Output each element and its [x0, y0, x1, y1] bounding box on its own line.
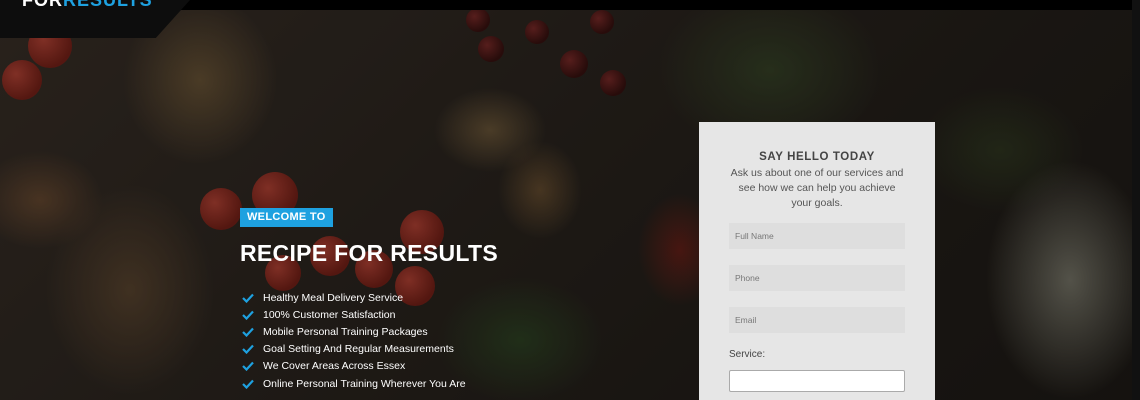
- check-icon: [242, 310, 254, 320]
- check-icon: [242, 293, 254, 303]
- benefit-item: Mobile Personal Training Packages: [242, 323, 466, 340]
- check-icon: [242, 344, 254, 355]
- benefit-label: Online Personal Training Wherever You Ar…: [263, 377, 466, 390]
- benefit-label: Goal Setting And Regular Measurements: [263, 343, 454, 356]
- hero-overlay: [0, 0, 1140, 400]
- form-title: SAY HELLO TODAY: [759, 151, 875, 163]
- contact-form: SAY HELLO TODAY Ask us about one of our …: [699, 122, 935, 400]
- benefit-item: Healthy Meal Delivery Service: [242, 289, 466, 306]
- check-icon: [242, 362, 254, 372]
- benefit-label: 100% Customer Satisfaction: [263, 308, 396, 321]
- benefits-list: Healthy Meal Delivery Service 100% Custo…: [242, 289, 466, 392]
- full-name-input[interactable]: [729, 223, 905, 249]
- check-icon: [242, 379, 254, 389]
- logo-text: FORRESULTS: [22, 0, 153, 10]
- page-scrollbar[interactable]: [1132, 0, 1140, 400]
- check-icon: [242, 327, 254, 337]
- email-input[interactable]: [729, 307, 905, 333]
- service-select[interactable]: [729, 370, 905, 392]
- benefit-item: Online Personal Training Wherever You Ar…: [242, 375, 466, 392]
- welcome-badge: WELCOME TO: [240, 208, 333, 227]
- benefit-item: 100% Customer Satisfaction: [242, 306, 466, 323]
- service-label: Service:: [729, 349, 766, 360]
- benefit-label: We Cover Areas Across Essex: [263, 360, 406, 373]
- form-description: Ask us about one of our services and see…: [730, 167, 904, 209]
- hero-title: RECIPE FOR RESULTS: [240, 240, 498, 266]
- phone-input[interactable]: [729, 265, 905, 291]
- benefit-label: Mobile Personal Training Packages: [263, 325, 428, 338]
- benefit-item: Goal Setting And Regular Measurements: [242, 341, 466, 358]
- benefit-label: Healthy Meal Delivery Service: [263, 291, 404, 304]
- benefit-item: We Cover Areas Across Essex: [242, 358, 466, 375]
